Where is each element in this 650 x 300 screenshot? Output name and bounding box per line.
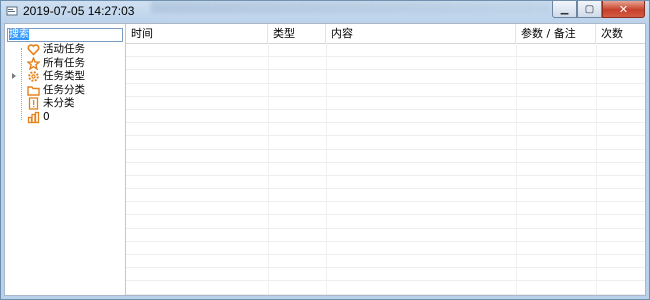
empty-grid-row <box>126 110 645 124</box>
empty-grid-row <box>126 44 645 58</box>
empty-grid-row <box>126 163 645 176</box>
tree-item-label: 所有任务 <box>43 56 85 69</box>
grid-header: 时间 类型 内容 参数 / 备注 次数 <box>126 24 645 44</box>
empty-grid-row <box>126 70 645 84</box>
tree-item-zero[interactable]: 0 <box>5 111 125 125</box>
minimize-icon: ▁ <box>560 3 569 15</box>
maximize-button[interactable]: ▢ <box>577 1 602 18</box>
task-list-grid[interactable]: 时间 类型 内容 参数 / 备注 次数 <box>126 24 645 295</box>
close-icon: ✕ <box>618 2 629 16</box>
column-header-time[interactable]: 时间 <box>126 24 268 43</box>
empty-grid-row <box>126 268 645 282</box>
minimize-button[interactable]: ▁ <box>552 1 577 18</box>
empty-grid-row <box>126 150 645 163</box>
maximize-icon: ▢ <box>584 3 595 15</box>
empty-grid-row <box>126 202 645 216</box>
tree-item-label: 未分类 <box>43 97 75 109</box>
exclamation-icon <box>27 97 40 110</box>
grid-rows <box>126 44 645 295</box>
empty-grid-row <box>126 136 645 150</box>
tree-item-all-tasks[interactable]: 所有任务 <box>5 56 125 71</box>
empty-grid-row <box>126 255 645 269</box>
tree-item-label: 活动任务 <box>43 43 85 55</box>
empty-grid-row <box>126 281 645 295</box>
tree-item-uncategorized[interactable]: 未分类 <box>5 97 125 111</box>
window-controls: ▁ ▢ ✕ <box>552 1 645 19</box>
empty-grid-row <box>126 189 645 203</box>
window-title: 2019-07-05 14:27:03 <box>23 4 135 18</box>
empty-grid-row <box>126 176 645 190</box>
tree-item-active-tasks[interactable]: 活动任务 <box>5 43 125 57</box>
tree-item-label: 任务类型 <box>43 70 85 82</box>
app-icon <box>6 6 18 16</box>
tree-item-task-types[interactable]: 任务类型 <box>5 70 125 84</box>
client-area: 搜索 活动任务 所有任务 任务类型 任务分类 未分类 0 时间 类型 内容 参数… <box>4 23 646 296</box>
chart-icon <box>27 111 40 124</box>
tree-item-label: 任务分类 <box>43 83 85 96</box>
close-button[interactable]: ✕ <box>602 1 645 18</box>
empty-grid-row <box>126 57 645 71</box>
tree-item-label: 0 <box>43 110 50 123</box>
star-icon <box>27 56 40 70</box>
expand-arrow-icon[interactable] <box>12 73 16 79</box>
app-window: 2019-07-05 14:27:03 ▁ ▢ ✕ 搜索 活动任务 所有任务 任… <box>0 0 650 300</box>
empty-grid-row <box>126 215 645 229</box>
title-bar[interactable]: 2019-07-05 14:27:03 ▁ ▢ ✕ <box>1 1 649 23</box>
background-bleed <box>151 1 551 13</box>
empty-grid-row <box>126 123 645 137</box>
gear-icon <box>27 70 40 83</box>
empty-grid-row <box>126 97 645 110</box>
column-header-params-notes[interactable]: 参数 / 备注 <box>516 24 596 43</box>
search-input[interactable]: 搜索 <box>7 28 123 42</box>
column-header-count[interactable]: 次数 <box>596 24 645 43</box>
empty-grid-row <box>126 242 645 255</box>
empty-grid-row <box>126 229 645 242</box>
task-tree-pane: 搜索 活动任务 所有任务 任务类型 任务分类 未分类 0 <box>5 24 126 295</box>
folder-icon <box>27 84 40 97</box>
search-input-value: 搜索 <box>9 29 29 40</box>
tree-item-task-categories[interactable]: 任务分类 <box>5 84 125 98</box>
heart-icon <box>27 43 40 56</box>
task-tree: 活动任务 所有任务 任务类型 任务分类 未分类 0 <box>5 43 125 124</box>
empty-grid-row <box>126 84 645 97</box>
column-header-content[interactable]: 内容 <box>326 24 516 43</box>
column-header-type[interactable]: 类型 <box>268 24 326 43</box>
